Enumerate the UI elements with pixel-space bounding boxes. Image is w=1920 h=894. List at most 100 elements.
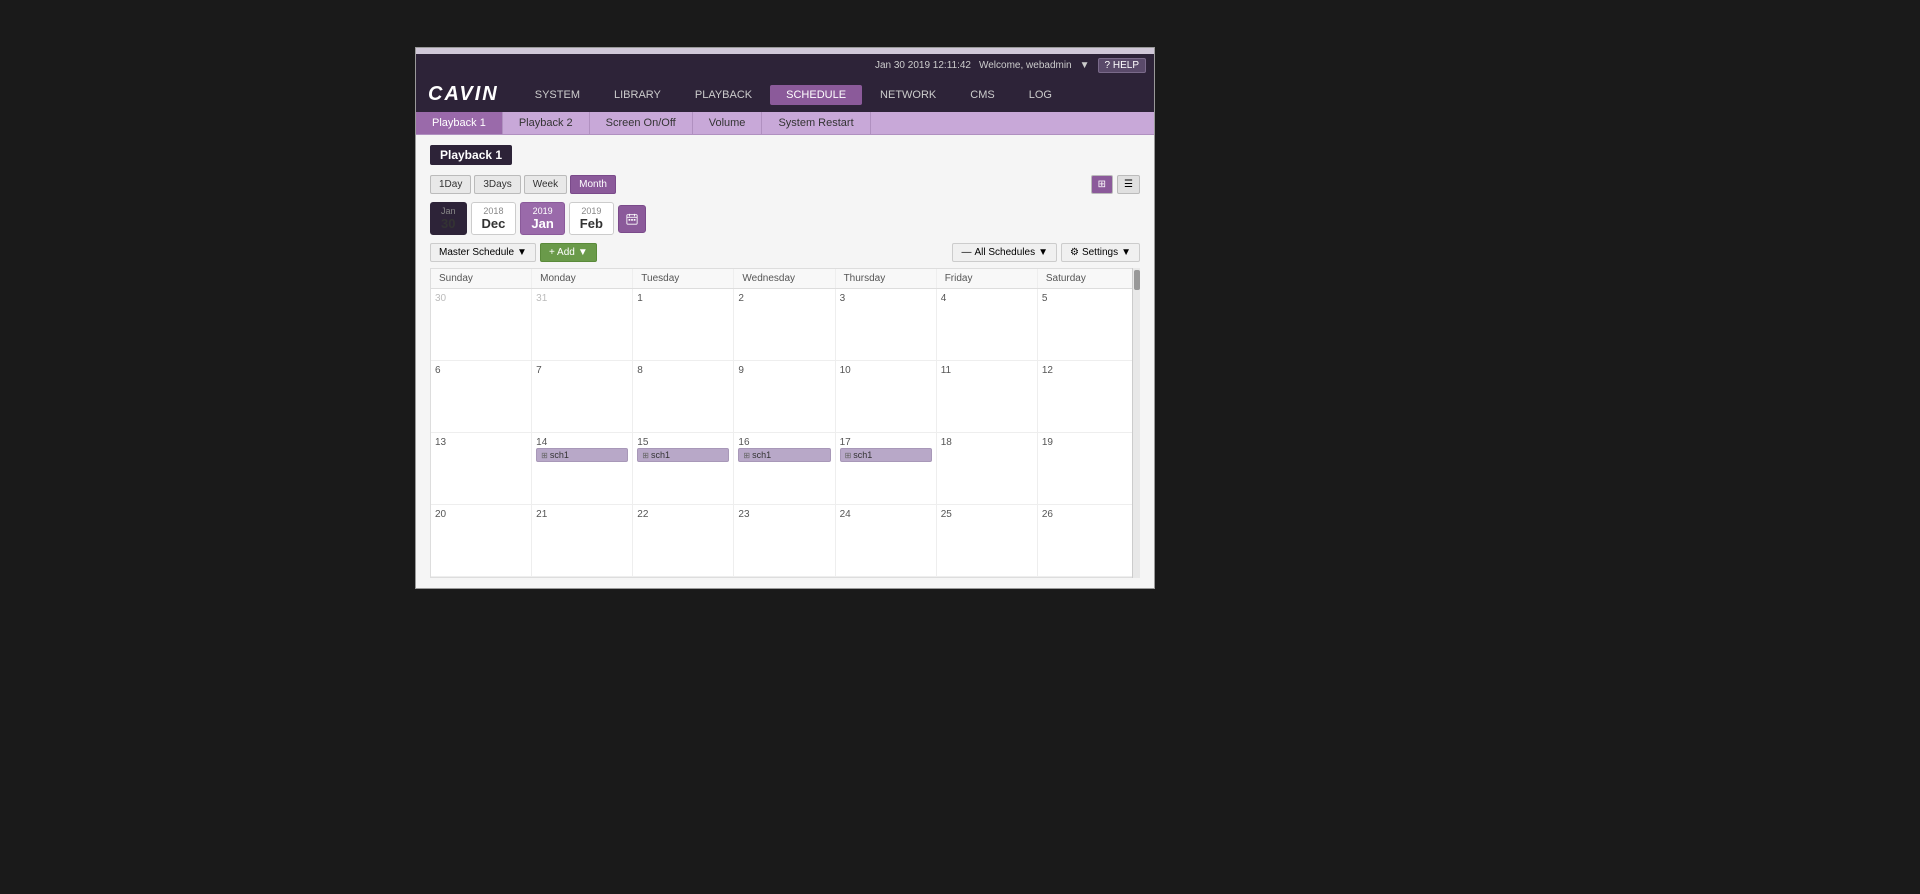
calendar-header: Sunday Monday Tuesday Wednesday Thursday… — [431, 269, 1139, 289]
sub-playback2[interactable]: Playback 2 — [503, 112, 590, 134]
cal-cell-jan25[interactable]: 25 — [937, 505, 1038, 577]
event-sch1-tue15[interactable]: ⊞ sch1 — [637, 448, 729, 462]
header-thursday: Thursday — [836, 269, 937, 288]
event-icon: ⊞ — [743, 451, 750, 460]
day-num: 26 — [1042, 509, 1053, 520]
day-num: 11 — [941, 365, 951, 376]
nav-schedule[interactable]: SCHEDULE — [770, 85, 862, 105]
day-num: 4 — [941, 293, 947, 304]
calendar-icon-button[interactable] — [618, 205, 646, 233]
cal-cell-jan10[interactable]: 10 — [836, 361, 937, 433]
gear-icon: ⚙ — [1070, 247, 1079, 258]
scrollbar[interactable] — [1132, 268, 1140, 578]
cal-cell-jan1[interactable]: 1 — [633, 289, 734, 361]
calendar-container: Sunday Monday Tuesday Wednesday Thursday… — [430, 268, 1140, 578]
cal-cell-jan12[interactable]: 12 — [1038, 361, 1139, 433]
sub-system-restart[interactable]: System Restart — [762, 112, 870, 134]
event-sch1-mon14[interactable]: ⊞ sch1 — [536, 448, 628, 462]
event-label: sch1 — [651, 450, 670, 460]
nav-playback[interactable]: PLAYBACK — [679, 85, 768, 105]
cal-cell-jan7[interactable]: 7 — [532, 361, 633, 433]
view-month[interactable]: Month — [570, 175, 616, 194]
cal-cell-jan21[interactable]: 21 — [532, 505, 633, 577]
top-bar: Jan 30 2019 12:11:42 Welcome, webadmin ▼… — [416, 54, 1154, 77]
cal-cell-dec30[interactable]: 30 — [431, 289, 532, 361]
view-1day[interactable]: 1Day — [430, 175, 471, 194]
day-num: 12 — [1042, 365, 1053, 376]
cal-cell-jan17[interactable]: 17 ⊞ sch1 — [836, 433, 937, 505]
sub-nav: Playback 1 Playback 2 Screen On/Off Volu… — [416, 112, 1154, 135]
dropdown-arrow: ▼ — [1080, 60, 1090, 71]
settings-arrow: ▼ — [1121, 247, 1131, 258]
header-tuesday: Tuesday — [633, 269, 734, 288]
grid-view-button[interactable]: ⊞ — [1091, 175, 1113, 194]
cal-cell-dec31[interactable]: 31 — [532, 289, 633, 361]
day-num: 19 — [1042, 437, 1053, 448]
cal-cell-jan15[interactable]: 15 ⊞ sch1 — [633, 433, 734, 505]
day-num: 5 — [1042, 293, 1048, 304]
day-num: 13 — [435, 437, 446, 448]
all-schedules-label: All Schedules — [974, 247, 1035, 258]
cal-cell-jan5[interactable]: 5 — [1038, 289, 1139, 361]
minus-icon: — — [961, 247, 971, 258]
cal-cell-jan2[interactable]: 2 — [734, 289, 835, 361]
sub-screen-onoff[interactable]: Screen On/Off — [590, 112, 693, 134]
cal-cell-jan22[interactable]: 22 — [633, 505, 734, 577]
today-month-label: Jan — [441, 206, 456, 216]
cal-cell-jan23[interactable]: 23 — [734, 505, 835, 577]
cal-cell-jan13[interactable]: 13 — [431, 433, 532, 505]
cal-cell-jan20[interactable]: 20 — [431, 505, 532, 577]
header: CAVIN SYSTEM LIBRARY PLAYBACK SCHEDULE N… — [416, 77, 1154, 112]
event-icon: ⊞ — [541, 451, 548, 460]
nav-log[interactable]: LOG — [1013, 85, 1068, 105]
add-button[interactable]: + Add ▼ — [540, 243, 597, 262]
cal-cell-jan16[interactable]: 16 ⊞ sch1 — [734, 433, 835, 505]
day-num: 10 — [840, 365, 851, 376]
nav-cms[interactable]: CMS — [954, 85, 1010, 105]
cal-cell-jan11[interactable]: 11 — [937, 361, 1038, 433]
dec-2018-button[interactable]: 2018 Dec — [471, 202, 517, 235]
feb-2019-button[interactable]: 2019 Feb — [569, 202, 614, 235]
cal-cell-jan6[interactable]: 6 — [431, 361, 532, 433]
jan-2019-button[interactable]: 2019 Jan — [520, 202, 564, 235]
cal-cell-jan4[interactable]: 4 — [937, 289, 1038, 361]
header-wednesday: Wednesday — [734, 269, 835, 288]
cal-cell-jan3[interactable]: 3 — [836, 289, 937, 361]
list-view-button[interactable]: ☰ — [1117, 175, 1140, 194]
event-icon: ⊞ — [845, 451, 852, 460]
settings-dropdown[interactable]: ⚙ Settings ▼ — [1061, 243, 1140, 262]
nav-library[interactable]: LIBRARY — [598, 85, 677, 105]
event-sch1-thu17[interactable]: ⊞ sch1 — [840, 448, 932, 462]
scroll-thumb[interactable] — [1134, 270, 1140, 290]
calendar: Sunday Monday Tuesday Wednesday Thursday… — [430, 268, 1140, 578]
master-schedule-dropdown[interactable]: Master Schedule ▼ — [430, 243, 536, 262]
help-button[interactable]: ? HELP — [1098, 58, 1146, 73]
event-label: sch1 — [550, 450, 569, 460]
today-button[interactable]: Jan 30 — [430, 202, 467, 235]
all-schedules-dropdown[interactable]: — All Schedules ▼ — [952, 243, 1057, 262]
cal-cell-jan18[interactable]: 18 — [937, 433, 1038, 505]
header-sunday: Sunday — [431, 269, 532, 288]
toolbar: Master Schedule ▼ + Add ▼ — All Schedule… — [430, 243, 1140, 262]
day-num: 14 — [536, 437, 547, 448]
cal-cell-jan8[interactable]: 8 — [633, 361, 734, 433]
sub-playback1[interactable]: Playback 1 — [416, 112, 503, 134]
cal-cell-jan26[interactable]: 26 — [1038, 505, 1139, 577]
nav-system[interactable]: SYSTEM — [519, 85, 596, 105]
event-sch1-wed16[interactable]: ⊞ sch1 — [738, 448, 830, 462]
nav-network[interactable]: NETWORK — [864, 85, 952, 105]
cal-cell-jan24[interactable]: 24 — [836, 505, 937, 577]
view-week[interactable]: Week — [524, 175, 567, 194]
day-num: 24 — [840, 509, 851, 520]
sub-volume[interactable]: Volume — [693, 112, 763, 134]
cal-cell-jan14[interactable]: 14 ⊞ sch1 — [532, 433, 633, 505]
cal-cell-jan9[interactable]: 9 — [734, 361, 835, 433]
day-num: 17 — [840, 437, 851, 448]
event-icon: ⊞ — [642, 451, 649, 460]
view-3days[interactable]: 3Days — [474, 175, 520, 194]
logo: CAVIN — [428, 83, 499, 106]
cal-cell-jan19[interactable]: 19 — [1038, 433, 1139, 505]
week-2: 6 7 8 9 10 11 12 — [431, 361, 1139, 433]
view-buttons: 1Day 3Days Week Month — [430, 175, 616, 194]
header-friday: Friday — [937, 269, 1038, 288]
